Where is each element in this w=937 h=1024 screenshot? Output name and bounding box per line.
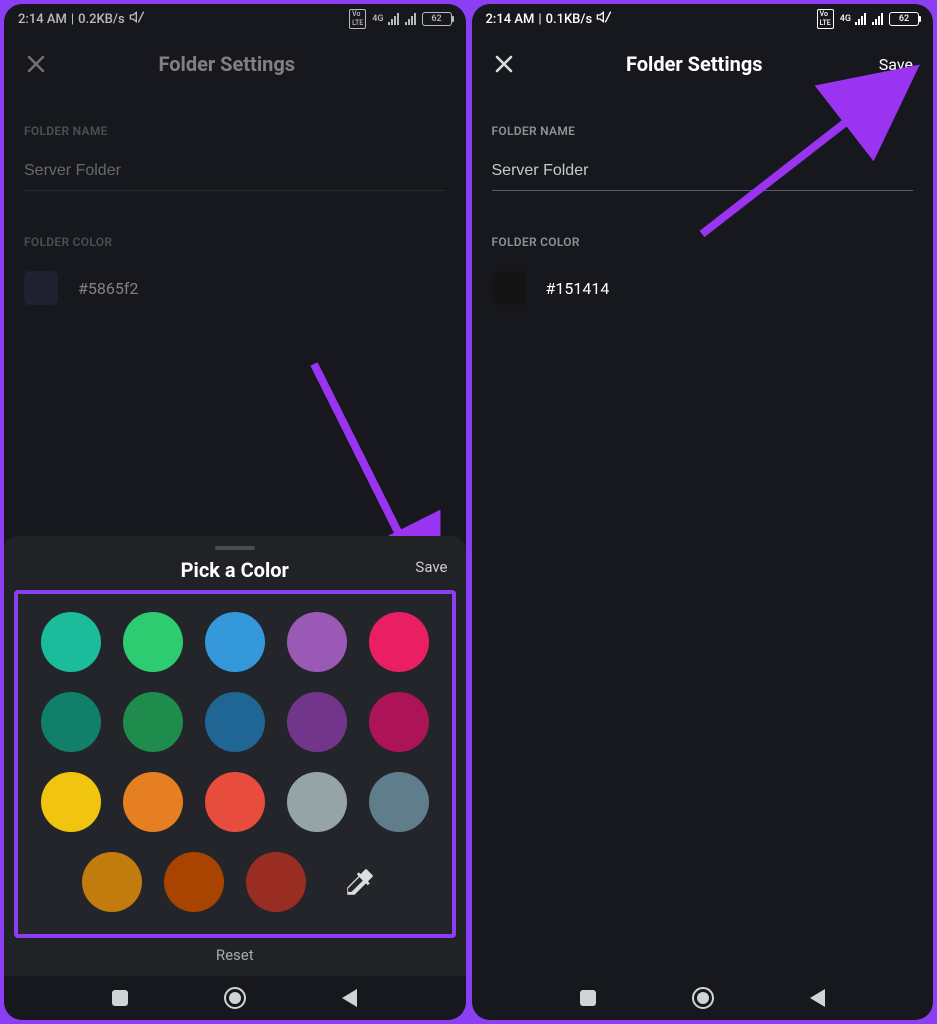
folder-color-label: FOLDER COLOR: [24, 235, 446, 249]
folder-name-input[interactable]: [492, 160, 914, 191]
volte-icon: VoLTE: [349, 9, 366, 29]
close-button[interactable]: [492, 52, 516, 76]
color-option[interactable]: [205, 692, 265, 752]
status-speed: 0.1KB/s: [546, 12, 593, 27]
color-hex: #5865f2: [78, 279, 138, 298]
4g-label: 4G: [372, 15, 383, 24]
color-option[interactable]: [164, 852, 224, 912]
status-speed: 0.2KB/s: [78, 12, 125, 27]
color-option[interactable]: [205, 772, 265, 832]
color-option[interactable]: [123, 772, 183, 832]
color-option[interactable]: [41, 612, 101, 672]
save-button[interactable]: Save: [873, 55, 913, 74]
color-option[interactable]: [287, 692, 347, 752]
color-hex: #151414: [546, 279, 610, 298]
signal-bars-icon: [405, 13, 416, 25]
signal-bars-icon: [872, 13, 883, 25]
nav-recent-icon[interactable]: [580, 990, 596, 1006]
color-picker-sheet: Pick a Color Save Reset: [4, 536, 466, 976]
color-option[interactable]: [82, 852, 142, 912]
status-time: 2:14 AM: [18, 12, 67, 27]
color-swatch: [492, 271, 526, 305]
nav-recent-icon[interactable]: [112, 990, 128, 1006]
color-option[interactable]: [123, 612, 183, 672]
color-option[interactable]: [287, 772, 347, 832]
mute-icon: [596, 9, 612, 29]
sheet-handle[interactable]: [215, 546, 255, 550]
color-option[interactable]: [369, 772, 429, 832]
folder-color-row[interactable]: #151414: [492, 271, 914, 305]
folder-color-row[interactable]: #5865f2: [24, 271, 446, 305]
nav-home-icon[interactable]: [224, 987, 246, 1009]
content-area: FOLDER NAME FOLDER COLOR #151414: [472, 88, 934, 550]
volte-icon: VoLTE: [817, 9, 834, 29]
status-time: 2:14 AM: [486, 12, 535, 27]
folder-name-label: FOLDER NAME: [24, 124, 446, 138]
phone-left: 2:14 AM | 0.2KB/s VoLTE 4G 62 Folder Set…: [4, 4, 466, 1020]
signal-bars-icon: [388, 13, 399, 25]
mute-icon: [129, 9, 145, 29]
color-swatch: [24, 271, 58, 305]
battery-icon: 62: [889, 12, 919, 26]
android-navbar: [4, 976, 466, 1020]
phone-right: 2:14 AM | 0.1KB/s VoLTE 4G 62 Folder Set…: [472, 4, 934, 1020]
status-bar: 2:14 AM | 0.2KB/s VoLTE 4G 62: [4, 4, 466, 34]
app-header: Folder Settings .: [4, 34, 466, 88]
color-option[interactable]: [369, 692, 429, 752]
nav-back-icon[interactable]: [810, 989, 825, 1007]
palette-box: [14, 590, 456, 938]
color-option[interactable]: [287, 612, 347, 672]
app-header: Folder Settings Save: [472, 34, 934, 88]
folder-name-label: FOLDER NAME: [492, 124, 914, 138]
color-option[interactable]: [246, 852, 306, 912]
page-title: Folder Settings: [516, 52, 874, 76]
page-title: Folder Settings: [48, 52, 406, 76]
nav-home-icon[interactable]: [692, 987, 714, 1009]
reset-button[interactable]: Reset: [14, 938, 456, 966]
color-option[interactable]: [123, 692, 183, 752]
status-bar: 2:14 AM | 0.1KB/s VoLTE 4G 62: [472, 4, 934, 34]
color-option[interactable]: [41, 692, 101, 752]
close-button[interactable]: [24, 52, 48, 76]
4g-label: 4G: [840, 15, 851, 24]
folder-color-label: FOLDER COLOR: [492, 235, 914, 249]
nav-back-icon[interactable]: [342, 989, 357, 1007]
color-option[interactable]: [369, 612, 429, 672]
eyedropper-icon[interactable]: [328, 852, 388, 912]
signal-bars-icon: [855, 13, 866, 25]
android-navbar: [472, 976, 934, 1020]
folder-name-input[interactable]: [24, 160, 446, 191]
sheet-title: Pick a Color: [181, 558, 289, 582]
color-option[interactable]: [205, 612, 265, 672]
color-option[interactable]: [41, 772, 101, 832]
battery-icon: 62: [422, 12, 452, 26]
sheet-save-button[interactable]: Save: [415, 558, 447, 576]
